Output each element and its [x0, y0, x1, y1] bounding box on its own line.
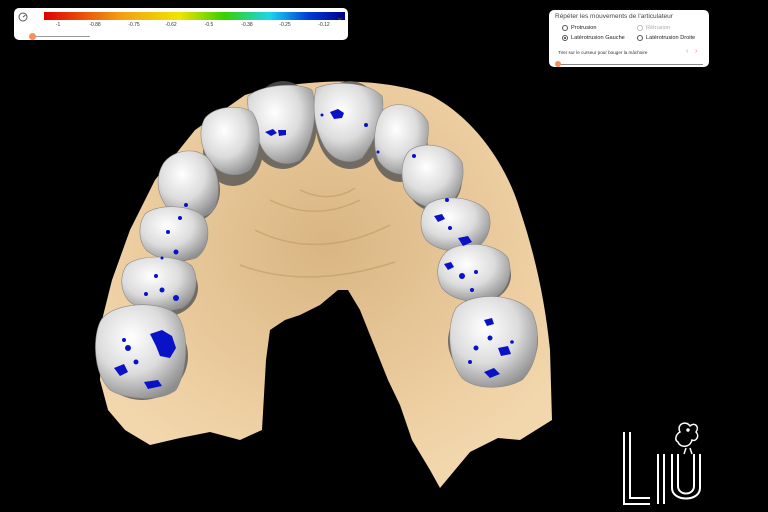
slider-track: [558, 64, 703, 65]
radio-laterotrusion-droite[interactable]: Latérotrusion Droite: [637, 35, 695, 41]
scale-tick: -0.62: [165, 22, 177, 28]
slider-track: [32, 36, 90, 37]
radio-circle[interactable]: [637, 35, 643, 41]
chevron-left-icon[interactable]: ‹: [686, 48, 688, 55]
chevron-down-icon[interactable]: ⌄: [336, 13, 344, 22]
radio-label: Latérotrusion Gauche: [571, 35, 625, 41]
jaw-slider-hint: Tirer sur le curseur pour bouger la mâch…: [558, 50, 648, 55]
color-gradient-bar: [44, 12, 345, 20]
scale-tick: -0.5: [204, 22, 214, 28]
slider-thumb[interactable]: [29, 33, 36, 40]
scale-tick: -0.75: [128, 22, 140, 28]
jaw-movement-slider[interactable]: [555, 61, 703, 68]
radio-retrusion[interactable]: Rétrusion: [637, 25, 670, 31]
opacity-slider[interactable]: [29, 32, 90, 42]
chevron-right-icon[interactable]: ›: [695, 48, 697, 55]
slider-thumb[interactable]: [555, 61, 561, 67]
radio-circle[interactable]: [562, 25, 568, 31]
tooth-premolar-2-right: [437, 243, 511, 302]
articulator-panel: Répéter les mouvements de l'articulateur…: [549, 10, 709, 67]
radio-label: Protrusion: [571, 25, 597, 31]
tooth-premolar-2-left: [121, 256, 197, 312]
tooth-premolar-1-right: [420, 197, 491, 252]
liu-rooster-logo: [623, 422, 701, 505]
color-scale-panel: -1 -0.88 -0.75 -0.62 -0.5 -0.38 -0.25 -0…: [14, 8, 348, 40]
scale-tick: -0.38: [241, 22, 253, 28]
radio-laterotrusion-gauche[interactable]: Latérotrusion Gauche: [562, 35, 625, 41]
scale-tick: -0.25: [279, 22, 291, 28]
scale-tick: -0.88: [89, 22, 101, 28]
gauge-icon[interactable]: [18, 12, 28, 22]
radio-label: Latérotrusion Droite: [646, 35, 696, 41]
scale-tick: -0.12: [318, 22, 330, 28]
rooster-logo-icon: [675, 422, 699, 455]
radio-circle[interactable]: [637, 25, 643, 31]
scale-tick: -1: [55, 22, 61, 28]
articulator-title: Répéter les mouvements de l'articulateur: [555, 13, 673, 20]
radio-circle[interactable]: [562, 35, 568, 41]
radio-protrusion[interactable]: Protrusion: [562, 25, 597, 31]
radio-label: Rétrusion: [646, 25, 670, 31]
